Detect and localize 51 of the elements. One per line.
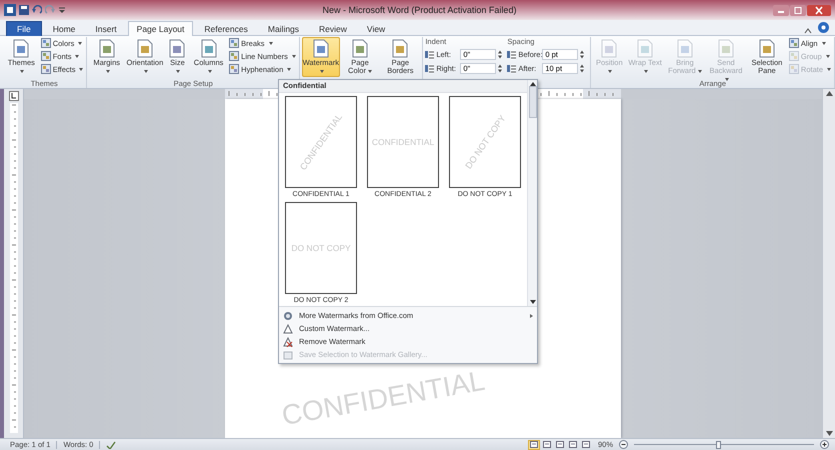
remove-icon	[283, 336, 293, 346]
grid-icon	[788, 64, 799, 74]
gallery-scrollbar[interactable]	[527, 80, 537, 306]
ribbon-tab[interactable]: Home	[44, 21, 84, 36]
view-button[interactable]	[528, 440, 540, 450]
slider-thumb[interactable]	[716, 440, 722, 448]
customize-icon[interactable]	[58, 5, 66, 15]
ribbon-tab[interactable]: File	[6, 21, 42, 36]
grid-icon	[229, 38, 240, 48]
zoom-out-icon[interactable]	[619, 440, 628, 449]
grid-icon	[229, 51, 240, 61]
globe-icon	[283, 310, 293, 320]
scroll-thumb[interactable]	[528, 86, 536, 118]
spacing-icon	[425, 50, 434, 59]
ribbon-tab[interactable]: Mailings	[258, 21, 308, 36]
zoom-in-icon[interactable]	[820, 440, 829, 449]
close-icon[interactable]	[807, 4, 831, 16]
tab-selector-icon[interactable]	[8, 91, 18, 101]
undo-icon[interactable]	[32, 5, 42, 15]
grid-icon	[788, 51, 799, 61]
grid-icon	[229, 64, 240, 74]
ribbon-tab[interactable]: References	[195, 21, 257, 36]
word-icon[interactable]	[4, 4, 16, 16]
ribbon-tab[interactable]: View	[358, 21, 394, 36]
ribbon-tab[interactable]: Page Layout	[128, 21, 194, 36]
grid-icon	[40, 64, 51, 74]
view-button[interactable]	[540, 440, 553, 450]
view-button[interactable]	[554, 440, 566, 450]
submenu-arrow-icon	[530, 314, 533, 318]
scroll-up-icon[interactable]	[826, 91, 832, 96]
ribbon-tab[interactable]: Insert	[86, 21, 126, 36]
ribbon-tab[interactable]: Review	[310, 21, 356, 36]
scroll-down-icon[interactable]	[826, 431, 832, 436]
save-icon[interactable]	[19, 5, 29, 15]
collapse-ribbon-icon[interactable]	[804, 27, 812, 35]
spacing-icon	[425, 64, 434, 73]
minimize-icon[interactable]	[773, 4, 789, 16]
help-icon[interactable]	[818, 22, 829, 33]
window-title: New - Microsoft Word (Product Activation Failed)	[322, 5, 518, 15]
vertical-scrollbar[interactable]	[822, 89, 835, 438]
maximize-icon[interactable]	[790, 4, 806, 16]
view-button[interactable]	[566, 440, 579, 450]
spacing-icon	[507, 50, 516, 59]
view-button[interactable]	[580, 440, 592, 450]
proofing-icon[interactable]	[106, 440, 116, 448]
scroll-down-icon[interactable]	[530, 300, 536, 304]
grid-icon	[40, 51, 51, 61]
spacing-icon	[507, 64, 516, 73]
grid-icon	[40, 38, 51, 48]
zoom-slider[interactable]	[634, 440, 814, 450]
grid-icon	[788, 38, 799, 48]
